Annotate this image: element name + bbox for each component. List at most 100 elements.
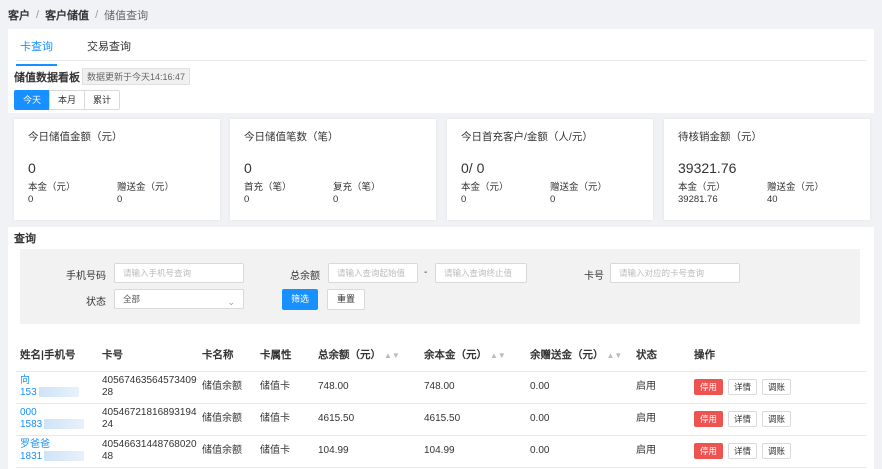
stat-sub-value: 0 [244, 194, 250, 205]
stat-sub-label: 首充（笔） [244, 182, 292, 193]
stat-sub-value: 40 [767, 194, 778, 205]
reset-button[interactable]: 重置 [327, 289, 365, 310]
breadcrumb-customer[interactable]: 客户 [8, 7, 30, 23]
tab-card-query[interactable]: 卡查询 [16, 39, 57, 66]
stat-title: 待核销金额（元） [678, 131, 762, 143]
board-update-note: 数据更新于今天14:16:47 [82, 68, 191, 85]
table-header-row: 姓名|手机号 卡号 卡名称 卡属性 总余额（元） ▲▼ 余本金（元） ▲▼ 余赠送金… [16, 339, 866, 372]
stat-sub-value: 0 [333, 194, 339, 205]
cell-name-phone: 向 153 [16, 371, 98, 404]
cell-actions: 停用 详情 调账 [690, 435, 866, 468]
column-header-remaining-principal[interactable]: 余本金（元） ▲▼ [420, 339, 526, 372]
stat-value: 0 [28, 160, 36, 176]
range-dash: - [424, 267, 428, 278]
cell-actions: 停用 详情 调账 [690, 371, 866, 404]
stat-sub-label: 本金（元） [461, 182, 509, 193]
card-table: 姓名|手机号 卡号 卡名称 卡属性 总余额（元） ▲▼ 余本金（元） ▲▼ 余赠送金… [16, 339, 866, 468]
customer-phone-link[interactable]: 1583 [20, 419, 98, 431]
stat-sub-label: 本金（元） [28, 182, 76, 193]
customer-name-link[interactable]: 罗爸爸 [20, 439, 98, 451]
cell-card-name: 储值余额 [198, 435, 256, 468]
column-header-card-name: 卡名称 [198, 339, 256, 372]
stat-value: 0/ 0 [461, 160, 485, 176]
stat-sub-label: 赠送金（元） [550, 182, 608, 193]
cell-remaining-principal: 4615.50 [420, 403, 526, 436]
total-max-input[interactable]: 请输入查询终止值 [435, 263, 527, 283]
cell-name-phone: 000 1583 [16, 403, 98, 436]
column-header-total-balance[interactable]: 总余额（元） ▲▼ [314, 339, 420, 372]
cell-card-type: 储值卡 [256, 371, 314, 404]
stat-title: 今日首充客户/金额（人/元） [461, 131, 593, 143]
disable-button[interactable]: 停用 [694, 443, 724, 459]
sort-icon[interactable]: ▲▼ [384, 351, 400, 360]
period-today-button[interactable]: 今天 [14, 90, 50, 110]
cell-card-name: 储值余额 [198, 403, 256, 436]
column-header-actions: 操作 [690, 339, 866, 372]
table-row: 000 1583 40546721816893194 24 储值余额 储值卡 461… [16, 403, 866, 436]
stat-sub-value: 0 [117, 194, 123, 205]
disable-button[interactable]: 停用 [694, 379, 724, 395]
status-select-value: 全部 [123, 294, 141, 304]
cell-total-balance: 4615.50 [314, 403, 420, 436]
detail-button[interactable]: 详情 [728, 411, 758, 427]
sort-icon[interactable]: ▲▼ [607, 351, 623, 360]
adjust-button[interactable]: 调账 [762, 411, 792, 427]
breadcrumb-separator: / [36, 9, 40, 21]
phone-input[interactable]: 请输入手机号查询 [114, 263, 244, 283]
stat-card-pending-writeoff: 待核销金额（元） 39321.76 本金（元） 39281.76 赠送金（元） 40 [664, 119, 870, 220]
disable-button[interactable]: 停用 [694, 411, 724, 427]
cell-remaining-gift: 0.00 [526, 403, 632, 436]
filter-button[interactable]: 筛选 [282, 289, 318, 310]
cell-status: 启用 [632, 371, 690, 404]
period-total-button[interactable]: 累计 [84, 90, 120, 110]
cell-card-name: 储值余额 [198, 371, 256, 404]
cell-actions: 停用 详情 调账 [690, 403, 866, 436]
detail-button[interactable]: 详情 [728, 443, 758, 459]
column-header-remaining-gift[interactable]: 余赠送金（元） ▲▼ [526, 339, 632, 372]
tab-bar: 卡查询 交易查询 [16, 39, 866, 66]
breadcrumb-current: 储值查询 [104, 10, 149, 22]
sort-icon[interactable]: ▲▼ [490, 351, 506, 360]
customer-name-link[interactable]: 000 [20, 407, 98, 419]
customer-phone: 153 [20, 387, 37, 398]
stat-card-stored-amount: 今日储值金额（元） 0 本金（元） 0 赠送金（元） 0 [14, 119, 220, 220]
masked-phone-digits [38, 387, 79, 398]
board-title: 储值数据看板 [14, 72, 80, 84]
cell-remaining-principal: 748.00 [420, 371, 526, 404]
card-number-line: 28 [102, 387, 114, 398]
breadcrumb-customer-stored-value[interactable]: 客户储值 [45, 7, 89, 23]
card-number-line: 48 [102, 451, 114, 462]
stat-card-stored-count: 今日储值笔数（笔） 0 首充（笔） 0 复充（笔） 0 [230, 119, 436, 220]
adjust-button[interactable]: 调账 [762, 379, 792, 395]
tab-transaction-query[interactable]: 交易查询 [83, 39, 135, 60]
cell-card-number: 40567463564573409 28 [98, 371, 198, 404]
breadcrumb: 客户 / 客户储值 / 储值查询 [8, 7, 148, 23]
customer-phone-link[interactable]: 1831 [20, 451, 98, 463]
period-switch: 今天 本月 累计 [14, 90, 120, 110]
card-number-line: 40546721816893194 [102, 407, 197, 418]
adjust-button[interactable]: 调账 [762, 443, 792, 459]
status-select[interactable]: 全部 ⌄ [114, 289, 244, 309]
card-number-label: 卡号 [584, 271, 604, 282]
phone-label: 手机号码 [66, 271, 106, 282]
status-label: 状态 [86, 297, 106, 308]
customer-phone: 1831 [20, 451, 43, 462]
customer-phone-link[interactable]: 153 [20, 387, 98, 399]
card-number-line: 40567463564573409 [102, 375, 197, 386]
stat-value: 0 [244, 160, 252, 176]
table-row: 向 153 40567463564573409 28 储值余额 储值卡 748.00… [16, 371, 866, 404]
cell-total-balance: 104.99 [314, 435, 420, 468]
stat-sub-label: 本金（元） [678, 182, 726, 193]
detail-button[interactable]: 详情 [728, 379, 758, 395]
customer-phone: 1583 [20, 419, 43, 430]
period-month-button[interactable]: 本月 [49, 90, 85, 110]
total-min-input[interactable]: 请输入查询起始值 [328, 263, 418, 283]
cell-status: 启用 [632, 435, 690, 468]
column-header-card-type: 卡属性 [256, 339, 314, 372]
cell-card-type: 储值卡 [256, 435, 314, 468]
stat-value: 39321.76 [678, 160, 737, 176]
customer-name-link[interactable]: 向 [20, 375, 98, 387]
cell-name-phone: 罗爸爸 1831 [16, 435, 98, 468]
card-number-input[interactable]: 请输入对应的卡号查询 [610, 263, 740, 283]
stat-sub-label: 赠送金（元） [767, 182, 825, 193]
